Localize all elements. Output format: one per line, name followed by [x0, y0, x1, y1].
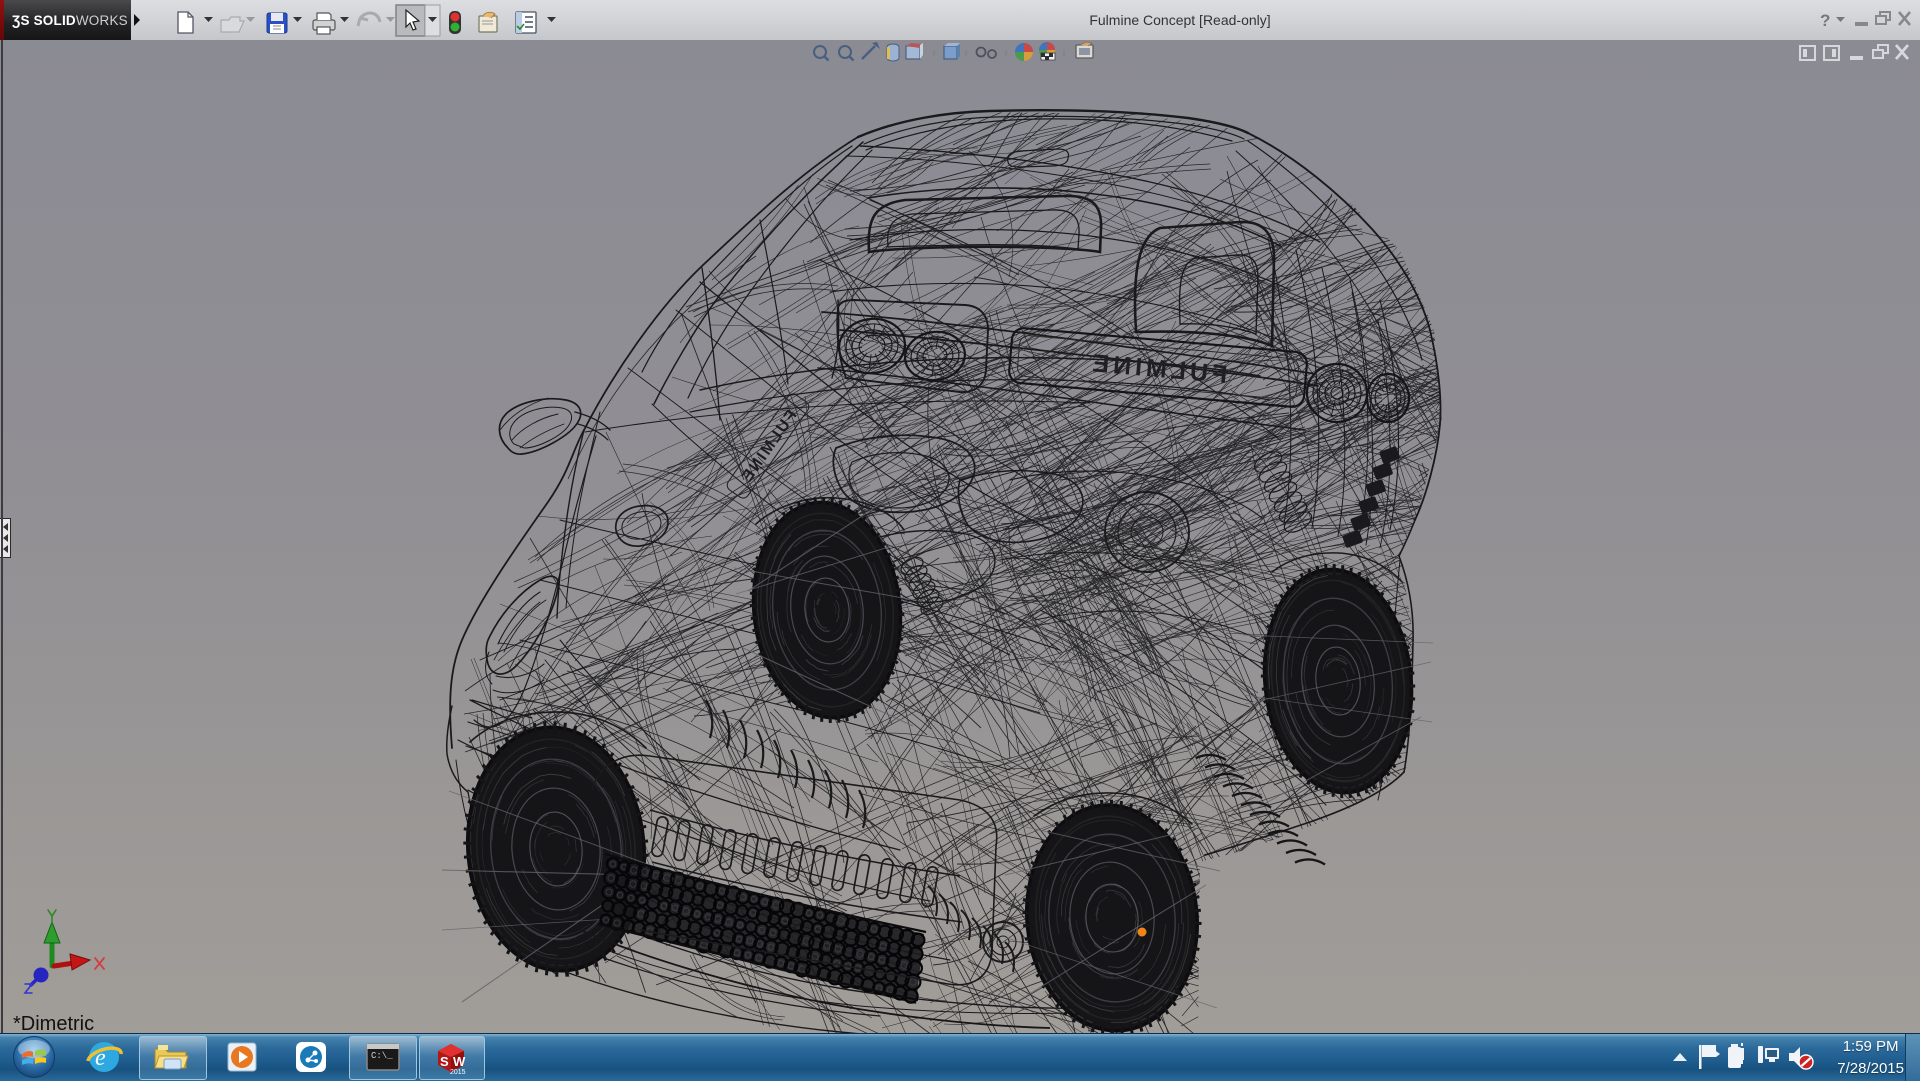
svg-text:W: W: [453, 1054, 466, 1069]
svg-text:2015: 2015: [450, 1069, 466, 1076]
svg-text:S: S: [440, 1054, 449, 1069]
svg-text:?: ?: [1820, 11, 1830, 30]
svg-text:C:\_: C:\_: [371, 1051, 393, 1061]
